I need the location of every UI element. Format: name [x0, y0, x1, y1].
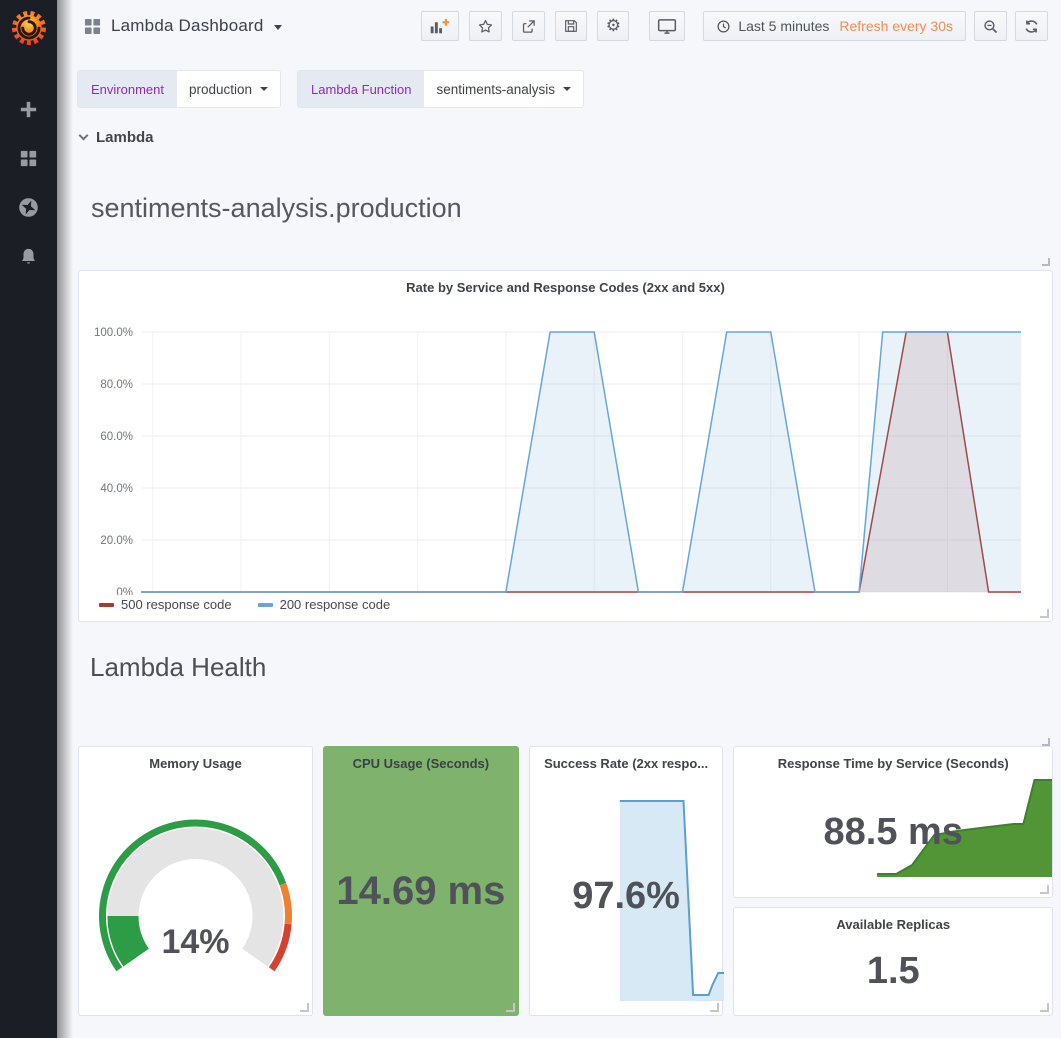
save-button[interactable]	[555, 11, 587, 41]
explore-icon[interactable]	[16, 194, 42, 220]
section-heading: Lambda Health	[90, 652, 1061, 686]
panel-rate-chart: Rate by Service and Response Codes (2xx …	[78, 270, 1053, 622]
settings-button[interactable]: ⚙	[597, 11, 629, 41]
legend-label: 200 response code	[280, 597, 391, 612]
legend-color-200	[258, 603, 273, 607]
row-title: Lambda	[96, 129, 154, 146]
panel-response-time: Response Time by Service (Seconds) 88.5 …	[733, 746, 1053, 898]
variable-label: Environment	[78, 71, 177, 107]
svg-text:80.0%: 80.0%	[100, 379, 133, 391]
memory-gauge[interactable]	[79, 773, 312, 1003]
time-range-button[interactable]: Last 5 minutes Refresh every 30s	[703, 11, 966, 41]
legend-item-200[interactable]: 200 response code	[258, 597, 391, 612]
cycle-view-button[interactable]	[649, 11, 685, 41]
legend-label: 500 response code	[121, 597, 232, 612]
star-button[interactable]	[469, 11, 502, 41]
svg-text:100.0%: 100.0%	[94, 327, 133, 339]
zoom-out-button[interactable]	[974, 11, 1007, 41]
text-panel: sentiments-analysis.production	[78, 147, 1053, 269]
panel-cpu-usage: CPU Usage (Seconds) 14.69 ms	[323, 746, 519, 1016]
caret-down-icon	[260, 87, 268, 91]
stat-value: 88.5 ms	[734, 811, 1052, 854]
page-title: Lambda Dashboard	[111, 16, 264, 36]
row-collapse-lambda[interactable]: Lambda	[80, 127, 1061, 147]
gear-icon: ⚙	[606, 18, 621, 35]
panel-title[interactable]: Memory Usage	[79, 747, 312, 771]
dashboard-title-menu[interactable]: Lambda Dashboard	[84, 16, 282, 36]
star-icon	[477, 18, 494, 35]
clock-icon	[716, 19, 731, 34]
alerting-icon[interactable]	[16, 243, 42, 269]
variable-value: production	[189, 82, 252, 97]
text-panel-content: sentiments-analysis.production	[78, 193, 462, 224]
dashboard-toolbar: ⚙ Last 5 minutes Refresh every 30s	[421, 11, 1048, 41]
grid-icon	[84, 18, 101, 35]
panel-success-rate: Success Rate (2xx respo... 97.6%	[529, 746, 724, 1016]
panel-available-replicas: Available Replicas 1.5	[733, 907, 1053, 1016]
variable-value: sentiments-analysis	[436, 82, 555, 97]
variable-dropdown-lambda-function[interactable]: sentiments-analysis	[424, 71, 583, 107]
panel-title[interactable]: Success Rate (2xx respo...	[530, 747, 723, 771]
dashboard-header: Lambda Dashboard	[57, 0, 1061, 52]
stat-value: 97.6%	[530, 875, 723, 918]
save-icon	[563, 18, 579, 34]
panel-title[interactable]: Rate by Service and Response Codes (2xx …	[79, 271, 1052, 295]
stat-value: 14.69 ms	[324, 869, 518, 914]
dashboard-main: Lambda Dashboard	[57, 0, 1061, 1038]
time-range-label: Last 5 minutes	[738, 18, 829, 34]
right-panel-column: Response Time by Service (Seconds) 88.5 …	[733, 746, 1053, 1016]
legend-color-500	[99, 603, 114, 607]
svg-text:0%: 0%	[116, 587, 133, 595]
gauge-value: 14%	[79, 923, 312, 962]
template-variables: Environment production Lambda Function s…	[57, 52, 1061, 107]
sidebar	[0, 0, 57, 1038]
refresh-icon	[1023, 18, 1040, 35]
monitor-icon	[657, 18, 677, 35]
grafana-logo[interactable]	[0, 0, 57, 56]
variable-lambda-function: Lambda Function sentiments-analysis	[298, 71, 583, 107]
caret-down-icon	[563, 87, 571, 91]
dashboards-icon[interactable]	[16, 145, 42, 171]
legend-item-500[interactable]: 500 response code	[99, 597, 232, 612]
add-panel-button[interactable]	[421, 11, 459, 41]
caret-down-icon	[274, 25, 282, 30]
panel-title[interactable]: CPU Usage (Seconds)	[324, 747, 518, 771]
timeseries-chart[interactable]: 0%20.0%40.0%60.0%80.0%100.0%18:04:3018:0…	[79, 295, 1052, 595]
lambda-health-row: Memory Usage 14% CPU Usage (Seconds) 14.…	[78, 746, 1053, 1016]
sidebar-menu	[0, 96, 57, 269]
variable-label: Lambda Function	[298, 71, 424, 107]
add-icon[interactable]	[16, 96, 42, 122]
stat-value: 1.5	[734, 950, 1052, 993]
row-resize-handle[interactable]	[1042, 258, 1050, 266]
svg-text:20.0%: 20.0%	[100, 535, 133, 547]
refresh-button[interactable]	[1015, 11, 1048, 41]
bar-chart-plus-icon	[429, 17, 451, 36]
chevron-down-icon	[79, 130, 89, 140]
panel-title[interactable]: Available Replicas	[734, 908, 1052, 932]
svg-text:60.0%: 60.0%	[100, 431, 133, 443]
share-icon	[520, 18, 537, 35]
chart-legend: 500 response code 200 response code	[79, 597, 1052, 612]
variable-environment: Environment production	[78, 71, 280, 107]
variable-dropdown-environment[interactable]: production	[177, 71, 280, 107]
grafana-app: Lambda Dashboard	[0, 0, 1061, 1038]
share-button[interactable]	[512, 11, 545, 41]
magnifier-minus-icon	[982, 18, 999, 35]
refresh-interval-label: Refresh every 30s	[839, 18, 953, 34]
grafana-flame-icon	[10, 9, 48, 47]
svg-text:40.0%: 40.0%	[100, 483, 133, 495]
row-resize-handle[interactable]	[1042, 738, 1050, 746]
panel-memory-usage: Memory Usage 14%	[78, 746, 313, 1016]
